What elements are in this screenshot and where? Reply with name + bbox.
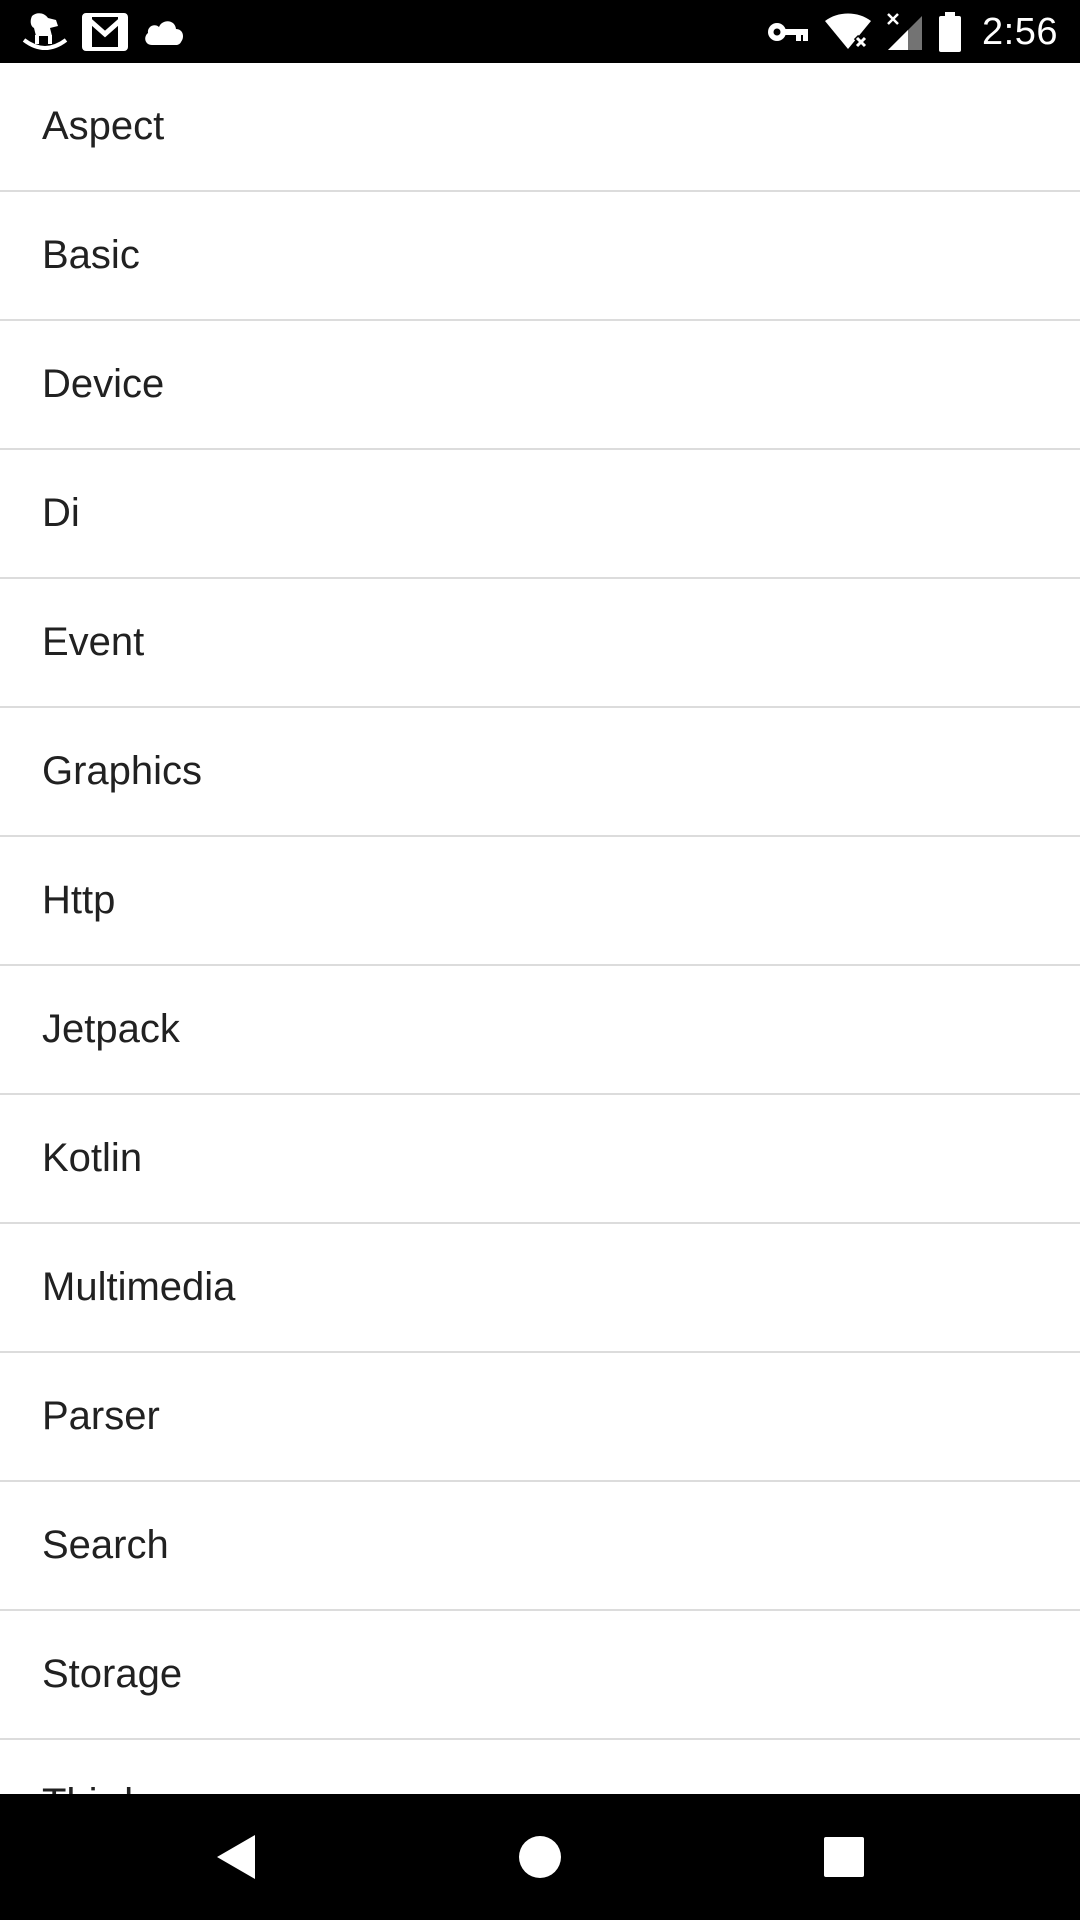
- list-item[interactable]: Di: [0, 450, 1080, 579]
- list-item[interactable]: Device: [0, 321, 1080, 450]
- home-icon: [519, 1836, 561, 1878]
- list-item[interactable]: Search: [0, 1482, 1080, 1611]
- recents-button[interactable]: [764, 1794, 924, 1920]
- list-item[interactable]: Graphics: [0, 708, 1080, 837]
- list-item-label: Parser: [42, 1394, 160, 1438]
- list-item-label: Kotlin: [42, 1136, 143, 1180]
- signal-icon: [887, 13, 923, 50]
- list-item-label: Di: [42, 491, 80, 535]
- battery-icon: [939, 12, 962, 52]
- list-item-label: Device: [42, 362, 165, 406]
- rocking-horse-icon: [22, 13, 68, 50]
- list-item[interactable]: Http: [0, 837, 1080, 966]
- list-item-label: Http: [42, 878, 116, 922]
- list-item-label: Multimedia: [42, 1265, 236, 1309]
- list-item-label: Basic: [42, 233, 140, 277]
- clock: 2:56: [982, 10, 1058, 53]
- list-item[interactable]: Third: [0, 1740, 1080, 1794]
- list-item[interactable]: Basic: [0, 192, 1080, 321]
- list-item[interactable]: Storage: [0, 1611, 1080, 1740]
- list-item-label: Jetpack: [42, 1007, 180, 1051]
- list-item[interactable]: Jetpack: [0, 966, 1080, 1095]
- list-item-label: Aspect: [42, 104, 165, 148]
- gmail-icon: [82, 13, 128, 51]
- list-item-label: Search: [42, 1523, 169, 1567]
- vpn-key-icon: [768, 23, 809, 41]
- navigation-bar: [0, 1794, 1080, 1920]
- recents-icon: [824, 1837, 864, 1877]
- list-item-label: Third: [42, 1781, 133, 1794]
- system-icons: 2:56: [766, 9, 1058, 55]
- category-list[interactable]: Aspect Basic Device Di Event Graphics Ht…: [0, 63, 1080, 1794]
- cloud-icon: [145, 21, 184, 45]
- wifi-icon: [825, 13, 872, 50]
- list-item-label: Event: [42, 620, 145, 664]
- list-item[interactable]: Event: [0, 579, 1080, 708]
- home-button[interactable]: [460, 1794, 620, 1920]
- notification-icons: [22, 9, 186, 55]
- list-item[interactable]: Parser: [0, 1353, 1080, 1482]
- list-item[interactable]: Kotlin: [0, 1095, 1080, 1224]
- back-icon: [217, 1835, 255, 1879]
- status-bar: 2:56: [0, 0, 1080, 63]
- back-button[interactable]: [156, 1794, 316, 1920]
- list-item[interactable]: Aspect: [0, 63, 1080, 192]
- list-item[interactable]: Multimedia: [0, 1224, 1080, 1353]
- list-item-label: Storage: [42, 1652, 183, 1696]
- list-item-label: Graphics: [42, 749, 203, 793]
